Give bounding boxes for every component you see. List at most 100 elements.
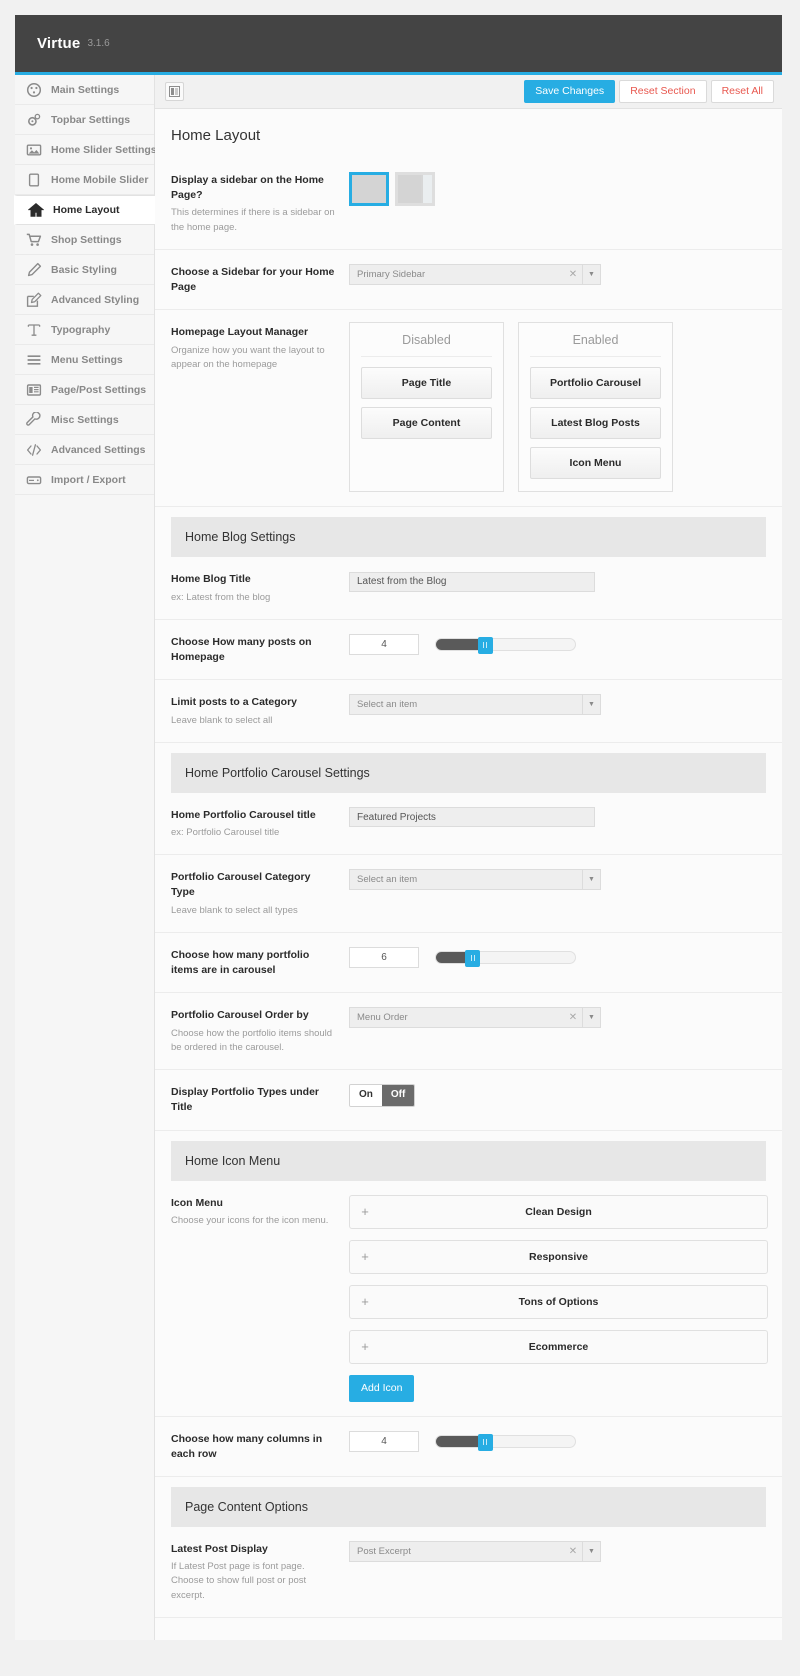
sidebar-item-label: Page/Post Settings: [51, 383, 147, 396]
display-types-toggle[interactable]: On Off: [349, 1084, 416, 1108]
columns-slider[interactable]: [435, 1433, 576, 1451]
plus-icon[interactable]: +: [350, 1295, 380, 1308]
carousel-items-slider[interactable]: [435, 949, 576, 967]
sidebar-item-label: Import / Export: [51, 473, 126, 486]
layout-item[interactable]: Page Content: [361, 407, 492, 440]
select-value: Primary Sidebar: [357, 268, 426, 280]
icon-menu-item[interactable]: + Tons of Options: [349, 1284, 768, 1319]
icon-menu-item-title: Clean Design: [525, 1205, 592, 1218]
clear-icon[interactable]: ✕: [564, 269, 582, 280]
field-label-group: Choose a Sidebar for your Home Page: [171, 264, 349, 295]
save-changes-button[interactable]: Save Changes: [524, 79, 616, 104]
posts-count-slider[interactable]: [435, 636, 576, 654]
field-carousel-category-type: Portfolio Carousel Category Type Leave b…: [155, 855, 782, 933]
icon-menu-item-title: Ecommerce: [528, 1340, 589, 1353]
toggle-on-option[interactable]: On: [350, 1085, 382, 1107]
chevron-down-icon[interactable]: ▼: [582, 695, 600, 715]
sidebar-item-home-mobile-slider[interactable]: Home Mobile Slider: [15, 165, 154, 195]
sidebar-item-advanced-settings[interactable]: Advanced Settings: [15, 435, 154, 465]
slider-handle[interactable]: [477, 636, 493, 654]
plus-icon[interactable]: +: [350, 1340, 380, 1353]
field-display-sidebar: Display a sidebar on the Home Page? This…: [155, 158, 782, 250]
sidebar-item-label: Topbar Settings: [51, 113, 131, 126]
reset-section-button[interactable]: Reset Section: [619, 79, 707, 104]
layout-item[interactable]: Page Title: [361, 367, 492, 400]
category-select[interactable]: Select an item ▼: [349, 694, 601, 716]
field-control: [349, 172, 766, 206]
add-icon-button[interactable]: Add Icon: [349, 1374, 415, 1402]
layout-option-full-width[interactable]: [349, 172, 389, 206]
sidebar-item-typography[interactable]: Typography: [15, 315, 154, 345]
icon-menu-item[interactable]: + Responsive: [349, 1239, 768, 1274]
carousel-category-select[interactable]: Select an item ▼: [349, 869, 601, 891]
select-placeholder: Select an item: [357, 699, 418, 711]
plus-icon[interactable]: +: [350, 1205, 380, 1218]
toggle-off-option[interactable]: Off: [381, 1085, 415, 1107]
latest-post-display-select[interactable]: Post Excerpt ✕ ▼: [349, 1540, 601, 1562]
brand-name: Virtue: [37, 35, 81, 52]
chevron-down-icon[interactable]: ▼: [582, 1008, 600, 1028]
home-blog-title-input[interactable]: [349, 571, 595, 592]
sidebar-item-basic-styling[interactable]: Basic Styling: [15, 255, 154, 285]
sidebar-item-misc-settings[interactable]: Misc Settings: [15, 405, 154, 435]
plus-icon[interactable]: +: [350, 1250, 380, 1263]
field-columns-per-row: Choose how many columns in each row: [155, 1417, 782, 1477]
home-icon: [28, 202, 44, 218]
clear-icon[interactable]: ✕: [564, 1546, 582, 1557]
layout-item[interactable]: Icon Menu: [530, 447, 661, 480]
posts-count-input[interactable]: [349, 633, 419, 655]
field-label-group: Portfolio Carousel Order by Choose how t…: [171, 1007, 349, 1055]
carousel-title-input[interactable]: [349, 807, 595, 828]
slider-handle[interactable]: [465, 949, 481, 967]
layout-option-with-sidebar[interactable]: [395, 172, 435, 206]
sidebar-select[interactable]: Primary Sidebar ✕ ▼: [349, 263, 601, 285]
sidebar-item-main-settings[interactable]: Main Settings: [15, 75, 154, 105]
clear-icon[interactable]: ✕: [564, 1012, 582, 1023]
sidebar-item-label: Shop Settings: [51, 233, 122, 246]
field-label-group: Portfolio Carousel Category Type Leave b…: [171, 869, 349, 918]
sidebar-item-page-post-settings[interactable]: Page/Post Settings: [15, 375, 154, 405]
layout-item[interactable]: Latest Blog Posts: [530, 407, 661, 440]
sidebar-item-home-layout[interactable]: Home Layout: [14, 195, 155, 225]
slider-row: [349, 1430, 766, 1452]
field-control: + Clean Design + Responsive + Tons of Op…: [349, 1194, 768, 1402]
sidebar-item-shop-settings[interactable]: Shop Settings: [15, 225, 154, 255]
field-label-group: Choose how many columns in each row: [171, 1431, 349, 1462]
field-label-group: Home Portfolio Carousel title ex: Portfo…: [171, 807, 349, 840]
chevron-down-icon[interactable]: ▼: [582, 1541, 600, 1561]
field-label: Home Portfolio Carousel title: [171, 808, 316, 821]
field-label-group: Icon Menu Choose your icons for the icon…: [171, 1195, 349, 1228]
columns-input[interactable]: [349, 1430, 419, 1452]
reset-all-button[interactable]: Reset All: [710, 79, 774, 104]
sidebar-item-advanced-styling[interactable]: Advanced Styling: [15, 285, 154, 315]
field-label: Display Portfolio Types under Title: [171, 1086, 319, 1114]
slider-handle[interactable]: [477, 1433, 493, 1451]
carousel-items-input[interactable]: [349, 946, 419, 968]
sidebar-item-home-slider-settings[interactable]: Home Slider Settings: [15, 135, 157, 165]
panel-icon[interactable]: [165, 82, 184, 101]
preview-main-column: [352, 175, 386, 203]
icon-menu-item[interactable]: + Ecommerce: [349, 1329, 768, 1364]
field-label: Portfolio Carousel Order by: [171, 1009, 309, 1022]
field-control: Select an item ▼: [349, 694, 766, 716]
group-page-content-options: Page Content Options: [171, 1486, 766, 1527]
icon-menu-item[interactable]: + Clean Design: [349, 1194, 768, 1229]
slider-fill: [436, 1435, 482, 1447]
field-display-portfolio-types: Display Portfolio Types under Title On O…: [155, 1070, 782, 1131]
layout-item[interactable]: Portfolio Carousel: [530, 367, 661, 400]
slider-row: [349, 633, 766, 655]
field-label: Choose a Sidebar for your Home Page: [171, 265, 335, 294]
options-page: Virtue 3.1.6 Main Settings Topbar Settin…: [0, 15, 800, 1676]
sidebar-item-import-export[interactable]: Import / Export: [15, 465, 154, 495]
sidebar-item-menu-settings[interactable]: Menu Settings: [15, 345, 154, 375]
sidebar-item-topbar-settings[interactable]: Topbar Settings: [15, 105, 154, 135]
chevron-down-icon[interactable]: ▼: [582, 264, 600, 284]
drive-icon: [26, 472, 42, 488]
select-value: Menu Order: [357, 1012, 408, 1024]
field-control: [349, 946, 766, 968]
order-by-select[interactable]: Menu Order ✕ ▼: [349, 1007, 601, 1029]
sidebar-item-label: Misc Settings: [51, 413, 119, 426]
slider-row: [349, 946, 766, 968]
field-posts-count: Choose How many posts on Homepage: [155, 620, 782, 681]
chevron-down-icon[interactable]: ▼: [582, 870, 600, 890]
